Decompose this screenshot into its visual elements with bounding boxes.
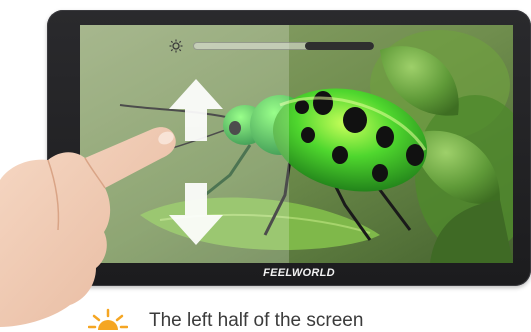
hand-pointer-icon [0,127,176,327]
sun-icon [169,39,183,53]
brightness-slider[interactable] [193,42,374,50]
brightness-slider-fill [305,42,374,50]
caption-text: The left half of the screen [149,310,364,331]
brand-logo: FEELWORLD [263,267,335,279]
